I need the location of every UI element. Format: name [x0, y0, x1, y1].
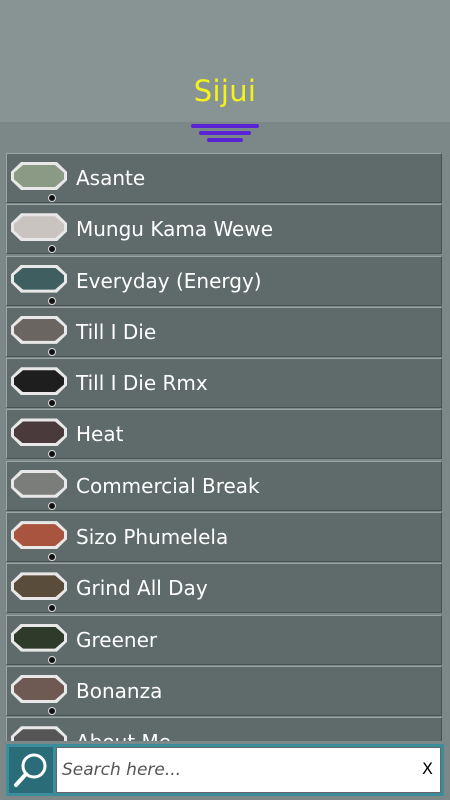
- song-title: Mungu Kama Wewe: [76, 217, 274, 242]
- song-title: Everyday (Energy): [76, 268, 262, 293]
- song-thumbnail-icon: [11, 213, 67, 254]
- list-item-song[interactable]: About Me: [6, 717, 442, 741]
- song-thumbnail-icon: [11, 572, 67, 613]
- search-bar: X: [6, 744, 444, 796]
- list-item-song[interactable]: Asante: [6, 153, 442, 203]
- song-title: Till I Die: [76, 319, 157, 344]
- song-thumbnail-icon: [11, 367, 67, 408]
- song-thumbnail-icon: [11, 315, 67, 356]
- list-item-song[interactable]: Grind All Day: [6, 563, 442, 614]
- song-title: Heat: [76, 422, 124, 447]
- song-title: Grind All Day: [76, 576, 208, 601]
- song-title: Sizo Phumelela: [76, 525, 229, 550]
- song-title: Till I Die Rmx: [76, 371, 208, 396]
- list-item-song[interactable]: Commercial Break: [6, 460, 442, 511]
- song-thumbnail-icon: [11, 623, 67, 664]
- song-thumbnail-icon: [11, 726, 67, 741]
- song-title: Asante: [76, 166, 146, 190]
- list-item-song[interactable]: Till I Die: [6, 306, 442, 357]
- song-thumbnail-icon: [11, 469, 67, 510]
- song-title: About Me: [76, 730, 171, 741]
- search-input[interactable]: [56, 747, 441, 793]
- song-thumbnail-icon: [11, 162, 67, 202]
- list-item-song[interactable]: Bonanza: [6, 665, 442, 716]
- menu-line: [199, 131, 251, 135]
- list-item-song[interactable]: Everyday (Energy): [6, 255, 442, 306]
- menu-line: [207, 138, 243, 142]
- song-list[interactable]: Asante Mungu Kama Wewe Everyday (Energy)…: [6, 153, 444, 741]
- song-thumbnail-icon: [11, 264, 67, 305]
- list-item-song[interactable]: Heat: [6, 409, 442, 460]
- list-item-song[interactable]: Till I Die Rmx: [6, 358, 442, 409]
- clear-search-button[interactable]: X: [422, 759, 433, 778]
- song-thumbnail-icon: [11, 674, 67, 715]
- song-title: Commercial Break: [76, 473, 260, 498]
- list-item-song[interactable]: Mungu Kama Wewe: [6, 204, 442, 255]
- app-screen: Sijui Asante Mungu Kama Wewe Everyday (E…: [0, 0, 450, 800]
- song-title: Bonanza: [76, 678, 163, 703]
- search-icon: [14, 753, 47, 787]
- page-title: Sijui: [193, 74, 257, 108]
- menu-icon[interactable]: [191, 122, 259, 144]
- menu-line: [191, 124, 259, 128]
- list-item-song[interactable]: Sizo Phumelela: [6, 512, 442, 563]
- list-item-song[interactable]: Greener: [6, 614, 442, 665]
- song-thumbnail-icon: [11, 418, 67, 459]
- header: Sijui: [0, 0, 450, 122]
- song-thumbnail-icon: [11, 521, 67, 562]
- song-title: Greener: [76, 627, 158, 652]
- search-button[interactable]: [9, 747, 53, 793]
